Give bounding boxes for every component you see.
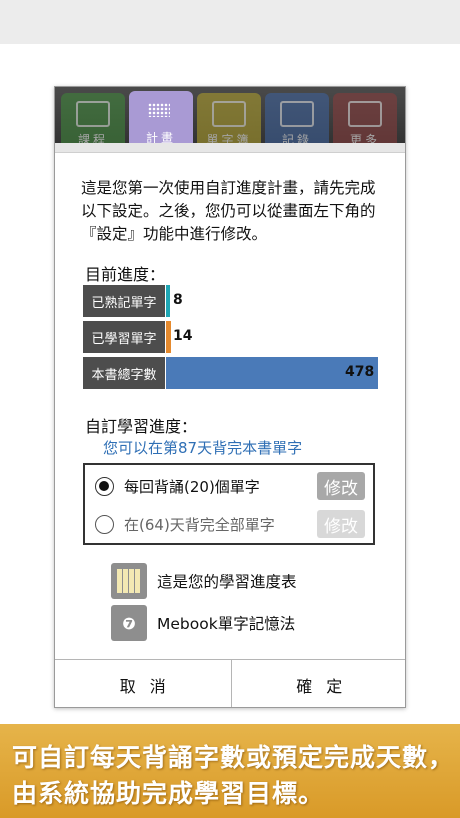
custom-progress-hint: 您可以在第87天背完本書單字 (103, 439, 303, 457)
schedule-grid-icon (111, 563, 147, 599)
progress-row-total: 本書總字數 478 (83, 357, 378, 389)
radio-selected[interactable] (95, 476, 114, 496)
progress-title: 目前進度： (85, 265, 166, 284)
tab-plan[interactable]: 計畫 (129, 91, 193, 151)
custom-progress-title: 自訂學習進度： (85, 417, 198, 436)
tab-strip (55, 143, 405, 153)
card-icon (212, 101, 246, 127)
plan-setup-dialog: 課程 計畫 單字簿 記錄 更多 這是您第一次使用自訂進度計畫，請先完成以下設定。… (54, 86, 406, 708)
banner-line-1: 可自訂每天背誦字數或預定完成天數， (12, 743, 455, 772)
progress-row-learned: 已學習單字 14 (83, 321, 378, 353)
intro-text: 這是您第一次使用自訂進度計畫，請先完成以下設定。之後，您仍可以從畫面左下角的『設… (81, 179, 376, 243)
plan-options: 每回背誦(20)個單字 修改 在(64)天背完全部單字 修改 (83, 463, 375, 545)
memory-method-link-text: Mebook單字記憶法 (157, 615, 296, 633)
memory-method-link[interactable]: ❼ Mebook單字記憶法 (111, 605, 295, 641)
status-area (0, 0, 460, 44)
option-words-per-session[interactable]: 每回背誦(20)個單字 修改 (95, 471, 365, 501)
bar-chart-icon (280, 101, 314, 127)
bar-value: 14 (173, 328, 193, 344)
option-label: 每回背誦(20)個單字 (124, 477, 260, 496)
bar-fill (166, 321, 171, 353)
cancel-button[interactable]: 取消 (55, 660, 231, 707)
option-label: 在(64)天背完全部單字 (124, 515, 275, 534)
confirm-button[interactable]: 確定 (230, 660, 406, 707)
tab-bar: 課程 計畫 單字簿 記錄 更多 (55, 87, 405, 153)
bar-label: 已熟記單字 (83, 285, 165, 317)
schedule-link-text: 這是您的學習進度表 (157, 573, 297, 591)
bar-value: 478 (345, 364, 375, 380)
banner-line-2: 由系統協助完成學習目標。 (12, 779, 325, 808)
schedule-link[interactable]: 這是您的學習進度表 (111, 563, 297, 599)
bar-fill (166, 285, 170, 317)
edit-button[interactable]: 修改 (317, 472, 365, 500)
edit-button-disabled: 修改 (317, 510, 365, 538)
bar-value: 8 (173, 292, 183, 308)
brain-icon: ❼ (111, 605, 147, 641)
promo-banner: 可自訂每天背誦字數或預定完成天數， 由系統協助完成學習目標。 (0, 724, 460, 818)
option-days-to-finish[interactable]: 在(64)天背完全部單字 修改 (95, 509, 365, 539)
progress-row-mastered: 已熟記單字 8 (83, 285, 378, 317)
calendar-dots-icon (144, 99, 178, 125)
bar-label: 已學習單字 (83, 321, 165, 353)
blackboard-icon (76, 101, 110, 127)
radio-unselected[interactable] (95, 514, 114, 534)
bar-label: 本書總字數 (83, 357, 165, 389)
dialog-footer: 取消 確定 (55, 659, 406, 707)
settings-box-icon (348, 101, 382, 127)
